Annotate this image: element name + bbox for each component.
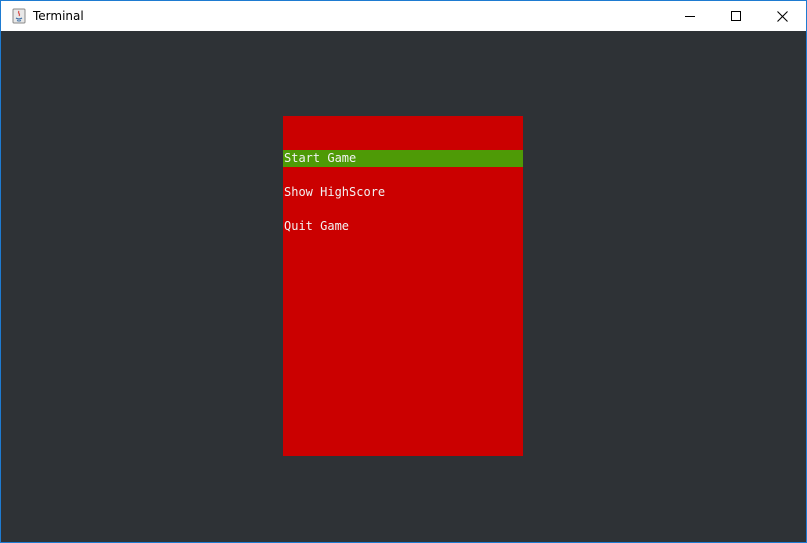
menu-item-quit-game[interactable]: Quit Game: [283, 218, 523, 235]
minimize-icon: [685, 16, 695, 17]
window-title: Terminal: [33, 9, 84, 23]
minimize-button[interactable]: [667, 1, 713, 31]
menu-item-show-highscore[interactable]: Show HighScore: [283, 184, 523, 201]
terminal-screen: Start Game Show HighScore Quit Game: [1, 31, 806, 542]
game-menu-panel: Start Game Show HighScore Quit Game: [283, 116, 523, 456]
title-bar[interactable]: Terminal: [1, 1, 806, 31]
menu-item-start-game[interactable]: Start Game: [283, 150, 523, 167]
maximize-button[interactable]: [713, 1, 759, 31]
terminal-window: Terminal Start Game Show HighScore Quit …: [0, 0, 807, 543]
java-app-icon: [12, 8, 26, 24]
close-icon: [776, 10, 788, 22]
maximize-icon: [731, 11, 741, 21]
close-button[interactable]: [759, 1, 805, 31]
